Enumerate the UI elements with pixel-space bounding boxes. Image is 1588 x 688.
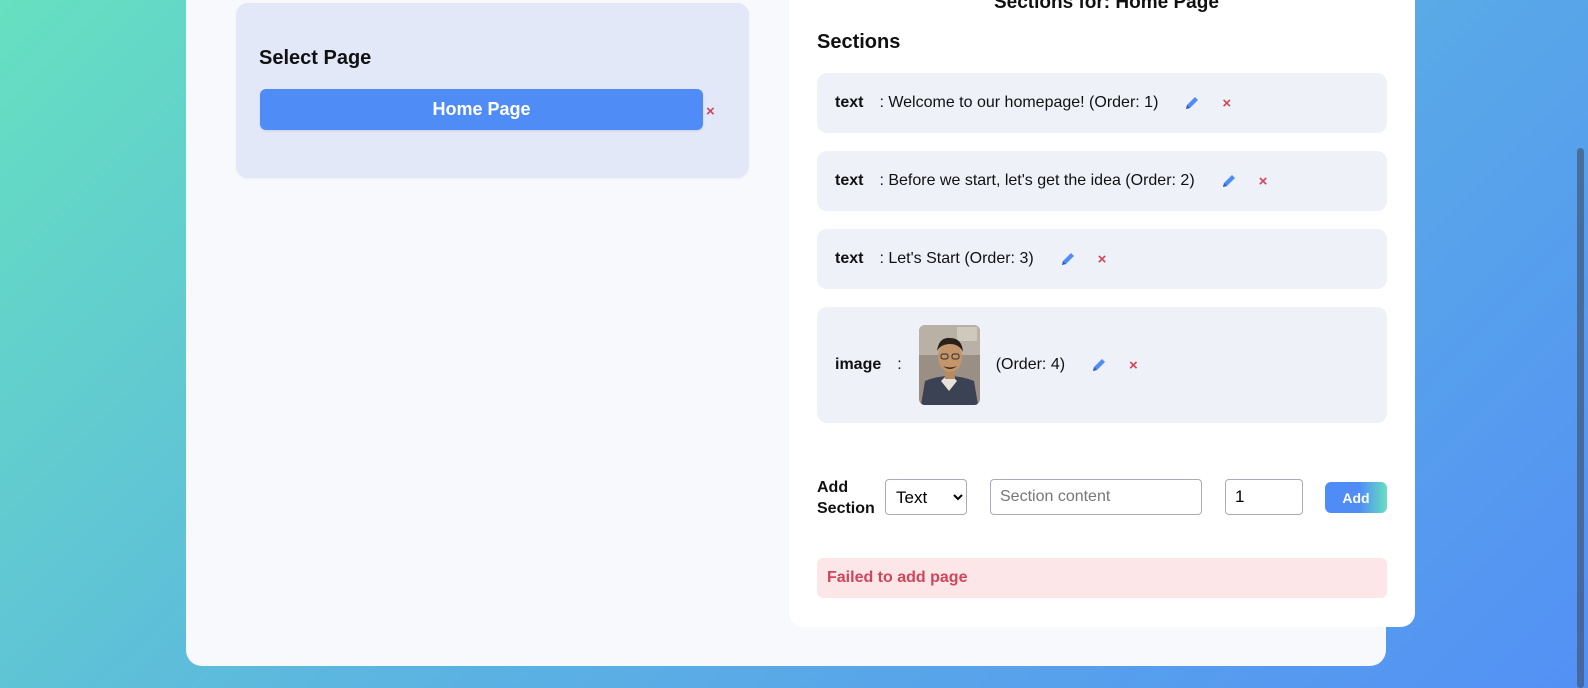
delete-page-icon[interactable]: × — [706, 103, 715, 120]
section-type: image — [835, 356, 882, 373]
sections-for-title: Sections for: Home Page — [994, 0, 1219, 13]
home-page-button[interactable]: Home Page — [260, 89, 703, 130]
scrollbar-thumb[interactable] — [1577, 148, 1584, 688]
close-icon[interactable]: × — [1129, 357, 1138, 374]
section-type-select[interactable]: Text — [885, 479, 967, 515]
close-icon[interactable]: × — [1222, 95, 1231, 112]
section-order-input[interactable] — [1225, 479, 1303, 515]
add-section-button[interactable]: Add — [1325, 482, 1387, 513]
section-content: (Order: 4) — [995, 356, 1066, 373]
add-section-label-line2: Section — [817, 500, 875, 517]
pencil-icon[interactable] — [1221, 173, 1237, 189]
pencil-icon[interactable] — [1184, 95, 1200, 111]
select-page-title: Select Page — [259, 47, 372, 69]
close-icon[interactable]: × — [1098, 251, 1107, 268]
section-item: image : (Order: 4) × — [817, 307, 1387, 423]
section-content: : Let's Start (Order: 3) — [879, 250, 1034, 267]
error-message-text: Failed to add page — [827, 569, 968, 586]
error-message: Failed to add page — [817, 558, 1387, 598]
page-selector-panel: Select Page Home Page × — [236, 3, 749, 178]
section-type: text — [835, 172, 864, 189]
section-type: text — [835, 250, 864, 267]
sections-heading: Sections — [817, 31, 901, 53]
pencil-icon[interactable] — [1091, 357, 1107, 373]
section-content-input[interactable] — [990, 479, 1202, 515]
pencil-icon[interactable] — [1060, 251, 1076, 267]
add-section-label: Add Section — [817, 477, 875, 519]
section-item: text : Before we start, let's get the id… — [817, 151, 1387, 211]
section-type: text — [835, 94, 864, 111]
section-colon: : — [897, 356, 902, 373]
section-content: : Welcome to our homepage! (Order: 1) — [879, 94, 1159, 111]
section-image-thumbnail — [918, 325, 980, 405]
section-item: text : Let's Start (Order: 3) × — [817, 229, 1387, 289]
scrollbar[interactable] — [1574, 0, 1588, 688]
section-content: : Before we start, let's get the idea (O… — [879, 172, 1195, 189]
section-item: text : Welcome to our homepage! (Order: … — [817, 73, 1387, 133]
add-section-label-line1: Add — [817, 479, 849, 496]
close-icon[interactable]: × — [1259, 173, 1268, 190]
